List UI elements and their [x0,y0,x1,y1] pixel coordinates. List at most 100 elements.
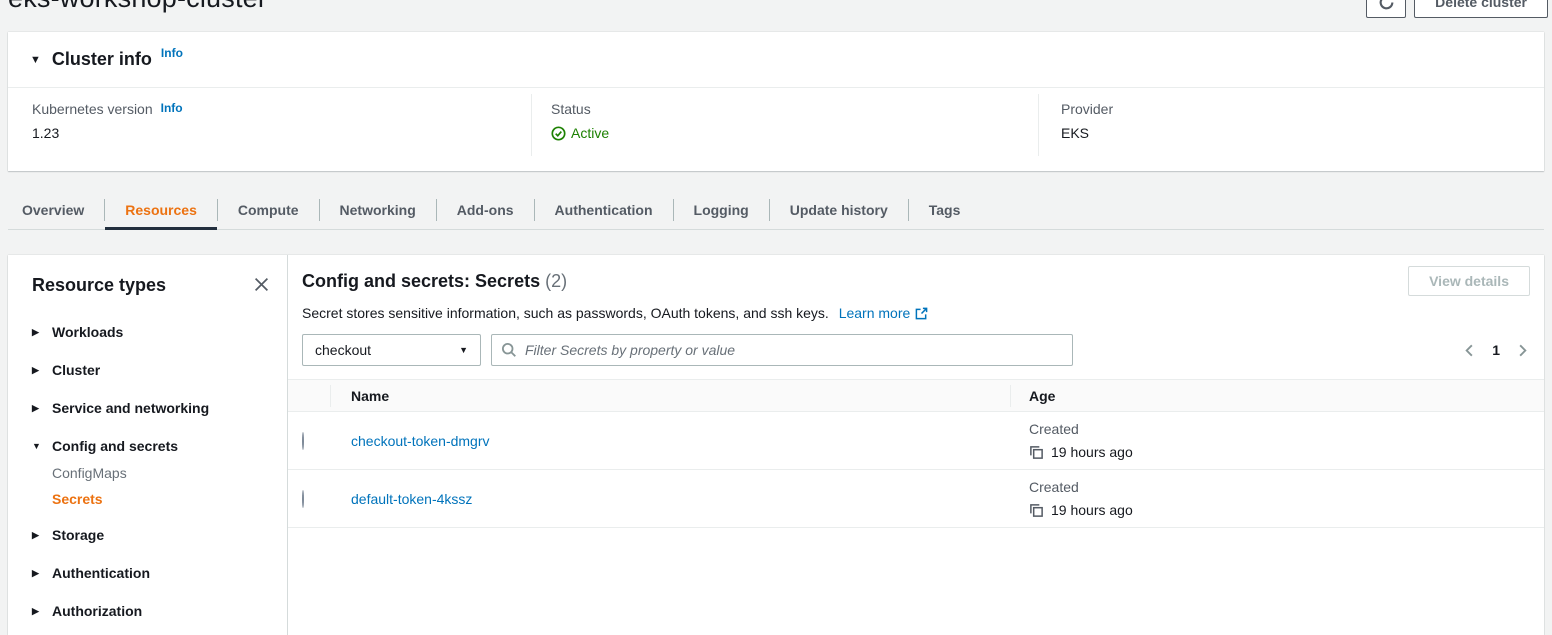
table-row: default-token-4kssz Created 19 hours ago [288,470,1544,528]
sidebar-item-secrets[interactable]: Secrets [52,491,287,507]
secret-name-link[interactable]: default-token-4kssz [351,491,472,507]
secrets-pane-title: Config and secrets: Secrets (2) [302,271,567,292]
column-divider [1038,94,1039,156]
secrets-filter-field[interactable] [491,334,1073,366]
sidebar-item-cluster[interactable]: ▶ Cluster [32,362,287,378]
cluster-info-body: Kubernetes version Info 1.23 Status Acti… [8,88,1544,170]
learn-more-label: Learn more [839,305,911,321]
page-title: eks-workshop-cluster [8,0,267,14]
sidebar-item-service-and-networking[interactable]: ▶ Service and networking [32,400,287,416]
pagination: 1 [1462,342,1530,358]
chevron-right-icon: ▶ [32,606,42,617]
sidebar-item-label: Config and secrets [52,438,178,454]
tab-networking[interactable]: Networking [320,190,436,229]
sidebar-item-label: Authorization [52,603,142,619]
cluster-info-title: Cluster info [52,49,152,70]
refresh-icon [1378,0,1395,11]
age-value: 19 hours ago [1051,444,1133,460]
chevron-right-icon: ▶ [32,568,42,579]
kubernetes-version-info-link[interactable]: Info [161,101,183,115]
namespace-dropdown[interactable]: checkout ▼ [302,334,481,366]
header-actions: Delete cluster [1366,0,1548,18]
secrets-pane-title-text: Config and secrets: Secrets [302,271,540,291]
copy-icon[interactable] [1029,445,1044,460]
chevron-right-icon: ▶ [32,365,42,376]
status-active-icon [551,126,566,141]
cluster-info-card: ▼ Cluster info Info Kubernetes version I… [8,32,1544,171]
kubernetes-version-field: Kubernetes version Info 1.23 [32,101,183,141]
sidebar-item-authorization[interactable]: ▶ Authorization [32,603,287,619]
provider-label: Provider [1061,101,1113,117]
tab-overview[interactable]: Overview [8,190,104,229]
external-link-icon [915,307,928,320]
secrets-table: Name Age checkout-token-dmgrv Created [288,379,1544,528]
provider-field: Provider EKS [1061,101,1113,141]
tab-tags[interactable]: Tags [909,190,981,229]
tab-logging[interactable]: Logging [674,190,769,229]
namespace-dropdown-value: checkout [315,342,371,358]
chevron-right-icon: ▶ [32,530,42,541]
cluster-info-header[interactable]: ▼ Cluster info Info [8,32,1544,88]
cluster-info-info-link[interactable]: Info [161,46,183,60]
close-icon[interactable] [252,275,271,294]
chevron-right-icon[interactable] [1515,343,1530,358]
status-label: Status [551,101,591,117]
delete-cluster-button[interactable]: Delete cluster [1414,0,1548,18]
kubernetes-version-value: 1.23 [32,125,183,141]
sidebar-item-configmaps[interactable]: ConfigMaps [52,465,287,481]
filter-row: checkout ▼ 1 [302,334,1530,366]
age-created-label: Created [1029,421,1544,437]
chevron-right-icon: ▶ [32,327,42,338]
secrets-filter-input[interactable] [525,342,1063,358]
sidebar-item-label: Cluster [52,362,100,378]
provider-value: EKS [1061,125,1113,141]
chevron-down-icon: ▼ [32,441,42,451]
secrets-pane: Config and secrets: Secrets (2) View det… [288,255,1544,635]
sidebar-item-config-and-secrets[interactable]: ▼ Config and secrets [32,438,287,454]
name-column-header[interactable]: Name [330,388,1010,404]
resource-types-title: Resource types [8,255,287,296]
copy-icon[interactable] [1029,503,1044,518]
age-created-label: Created [1029,479,1544,495]
tab-update-history[interactable]: Update history [770,190,908,229]
sidebar-item-label: Service and networking [52,400,209,416]
chevron-left-icon[interactable] [1462,343,1477,358]
sidebar-item-label: Storage [52,527,104,543]
row-radio-button[interactable] [302,490,304,508]
tab-add-ons[interactable]: Add-ons [437,190,534,229]
chevron-right-icon: ▶ [32,403,42,414]
resource-types-list: ▶ Workloads ▶ Cluster ▶ Service and netw… [8,324,287,619]
config-and-secrets-sublist: ConfigMaps Secrets [52,465,287,507]
secrets-description: Secret stores sensitive information, suc… [302,305,1530,321]
kubernetes-version-label: Kubernetes version [32,101,153,117]
tab-compute[interactable]: Compute [218,190,319,229]
chevron-down-icon: ▼ [459,345,468,355]
search-icon [501,342,517,358]
table-header: Name Age [288,379,1544,412]
current-page[interactable]: 1 [1492,342,1500,358]
learn-more-link[interactable]: Learn more [839,305,929,321]
row-radio-button[interactable] [302,432,304,450]
section-collapse-icon[interactable]: ▼ [30,54,41,66]
sidebar-item-storage[interactable]: ▶ Storage [32,527,287,543]
column-divider [531,94,532,156]
cluster-tabs: Overview Resources Compute Networking Ad… [8,190,1544,230]
table-row: checkout-token-dmgrv Created 19 hours ag… [288,412,1544,470]
secrets-count: (2) [545,271,567,291]
age-column-header[interactable]: Age [1010,388,1544,404]
age-value: 19 hours ago [1051,502,1133,518]
status-field: Status Active [551,101,609,141]
secrets-description-text: Secret stores sensitive information, suc… [302,305,829,321]
resources-panel: Resource types ▶ Workloads ▶ Cluster ▶ S… [8,255,1544,635]
age-cell: Created 19 hours ago [1010,479,1544,518]
sidebar-item-label: Authentication [52,565,150,581]
refresh-button[interactable] [1366,0,1406,18]
view-details-button[interactable]: View details [1408,266,1530,296]
sidebar-item-workloads[interactable]: ▶ Workloads [32,324,287,340]
tab-authentication[interactable]: Authentication [535,190,673,229]
sidebar-item-authentication[interactable]: ▶ Authentication [32,565,287,581]
sidebar-item-label: Workloads [52,324,123,340]
secret-name-link[interactable]: checkout-token-dmgrv [351,433,490,449]
status-value: Active [571,125,609,141]
tab-resources[interactable]: Resources [105,190,217,229]
